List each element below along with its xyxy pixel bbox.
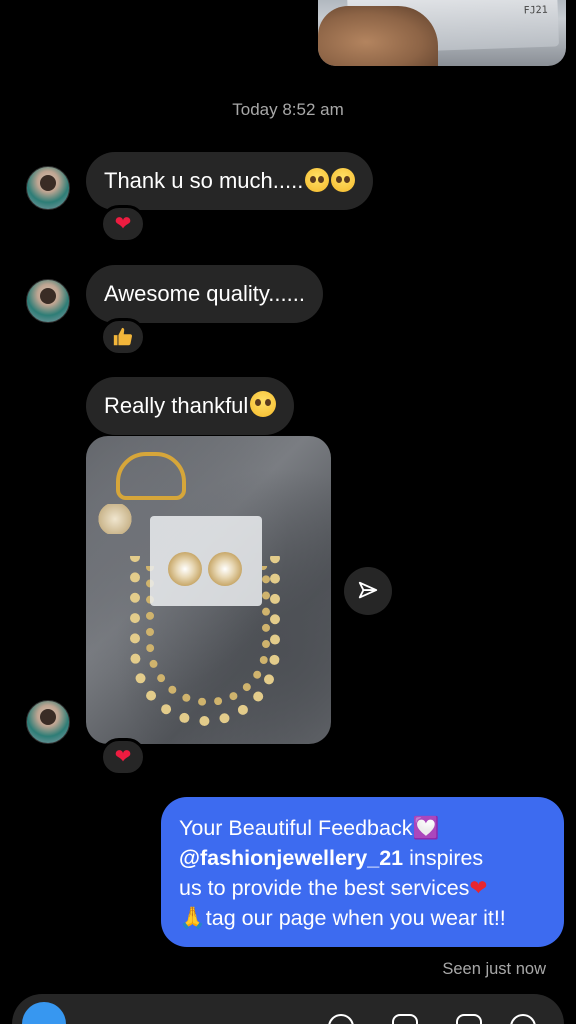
red-heart-emoji-icon: ❤ — [469, 876, 488, 900]
add-icon[interactable] — [510, 1014, 536, 1024]
shared-photo-jewellery[interactable] — [86, 436, 331, 744]
message-text: Thank u so much..... — [104, 168, 304, 193]
smiling-face-emoji-icon — [250, 391, 277, 417]
message-bubble-incoming[interactable]: Thank u so much..... — [86, 152, 374, 210]
photo-packet — [150, 516, 262, 606]
reply-text: tag our page when you wear it!! — [205, 906, 506, 930]
message-composer[interactable] — [12, 994, 564, 1024]
message-timestamp: Today 8:52 am — [232, 100, 344, 119]
photo-earring — [168, 552, 202, 586]
message-bubble-outgoing[interactable]: Your Beautiful Feedback💟 @fashionjewelle… — [161, 797, 564, 947]
heart-reaction[interactable]: ❤ — [100, 738, 146, 776]
reply-text: inspires — [403, 846, 484, 870]
pleading-face-emoji-icon — [305, 168, 330, 192]
pleading-face-emoji-icon — [331, 168, 356, 192]
photo-earring — [208, 552, 242, 586]
message-bubble-incoming[interactable]: Really thankful — [86, 377, 295, 435]
paper-plane-icon — [358, 581, 378, 599]
thumbs-up-icon — [113, 327, 133, 346]
message-text: Really thankful — [104, 393, 249, 418]
message-text: Awesome quality...... — [104, 281, 305, 306]
camera-icon[interactable] — [22, 1002, 66, 1024]
reply-line-2: @fashionjewellery_21 inspires — [179, 843, 546, 873]
photo-tassel — [92, 504, 138, 534]
thumbs-up-reaction[interactable] — [100, 318, 146, 356]
message-bubble-incoming[interactable]: Awesome quality...... — [86, 265, 323, 323]
heart-icon: ❤ — [114, 746, 132, 768]
avatar[interactable] — [26, 700, 70, 744]
heart-icon: ❤ — [114, 213, 132, 235]
sticker-icon[interactable] — [456, 1014, 482, 1024]
microphone-icon[interactable] — [328, 1014, 354, 1024]
seen-status: Seen just now — [442, 960, 546, 978]
avatar[interactable] — [26, 166, 70, 210]
photo-thumb — [318, 6, 438, 66]
reply-line-4: 🙏tag our page when you wear it!! — [179, 903, 546, 933]
photo-cord — [116, 452, 186, 500]
shared-photo-top[interactable]: FJ21 — [318, 0, 566, 66]
sparkling-heart-emoji-icon: 💟 — [412, 816, 440, 840]
avatar[interactable] — [26, 279, 70, 323]
reply-text: Your Beautiful Feedback — [179, 816, 413, 840]
reply-text: us to provide the best services — [179, 876, 470, 900]
reply-line-1: Your Beautiful Feedback💟 — [179, 813, 546, 843]
share-button[interactable] — [344, 567, 392, 615]
photo-paper-text: FJ21 — [523, 4, 548, 17]
image-icon[interactable] — [392, 1014, 418, 1024]
folded-hands-emoji-icon: 🙏 — [179, 906, 206, 930]
mention-link[interactable]: @fashionjewellery_21 — [179, 846, 403, 870]
dm-thread: FJ21 Today 8:52 am Thank u so much..... … — [0, 0, 576, 1024]
reply-line-3: us to provide the best services❤ — [179, 873, 546, 903]
heart-reaction[interactable]: ❤ — [100, 205, 146, 243]
